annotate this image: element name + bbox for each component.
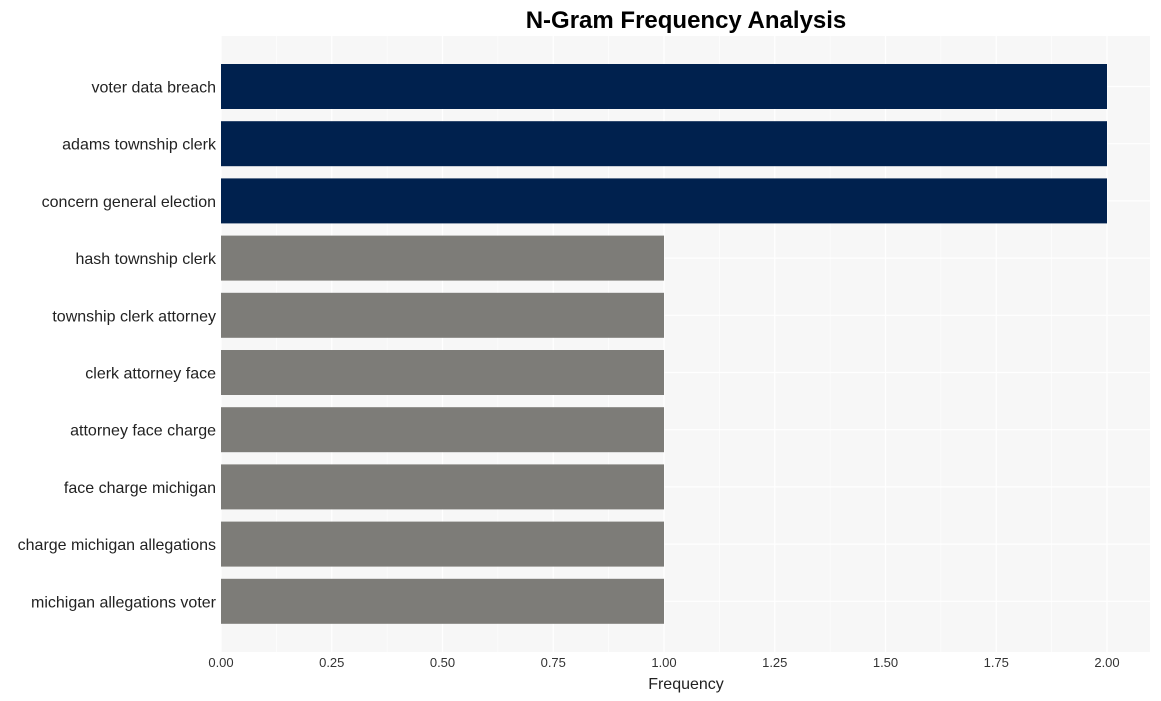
chart-title: N-Gram Frequency Analysis xyxy=(526,7,847,34)
y-tick-label: charge michigan allegations xyxy=(18,537,216,554)
y-tick-label: michigan allegations voter xyxy=(31,594,217,611)
y-tick-label: hash township clerk xyxy=(75,251,217,268)
x-tick-label: 1.75 xyxy=(984,655,1009,670)
y-tick-label: face charge michigan xyxy=(64,480,216,497)
bar-charge-michigan-allegations xyxy=(221,521,664,567)
y-tick-label: clerk attorney face xyxy=(85,366,216,383)
x-tick-label: 0.75 xyxy=(541,655,566,670)
x-tick-label: 0.50 xyxy=(430,655,455,670)
bar-michigan-allegations-voter xyxy=(221,578,664,624)
x-tick-label: 0.00 xyxy=(208,655,233,670)
x-tick-label: 1.25 xyxy=(762,655,787,670)
bar-concern-general-election xyxy=(221,178,1107,224)
y-tick-label: township clerk attorney xyxy=(52,308,216,325)
y-tick-labels: voter data breach adams township clerk con… xyxy=(18,80,217,612)
x-tick-label: 2.00 xyxy=(1094,655,1119,670)
bar-clerk-attorney-face xyxy=(221,350,664,395)
y-tick-label: voter data breach xyxy=(91,80,216,97)
ngram-bar-chart: N-Gram Frequency Analysis voter data bre… xyxy=(18,7,1150,693)
x-tick-label: 1.00 xyxy=(651,655,676,670)
y-tick-label: attorney face charge xyxy=(70,423,216,440)
bar-township-clerk-attorney xyxy=(221,292,664,338)
bar-voter-data-breach xyxy=(221,64,1107,109)
x-tick-label: 1.50 xyxy=(873,655,898,670)
x-axis-label: Frequency xyxy=(648,676,724,693)
bar-face-charge-michigan xyxy=(221,464,664,510)
x-tick-label: 0.25 xyxy=(319,655,344,670)
y-tick-label: concern general election xyxy=(42,194,216,211)
bar-adams-township-clerk xyxy=(221,121,1107,167)
y-tick-label: adams township clerk xyxy=(62,137,217,154)
bar-hash-township-clerk xyxy=(221,235,664,281)
bar-attorney-face-charge xyxy=(221,407,664,453)
x-tick-labels: 0.00 0.25 0.50 0.75 1.00 1.25 1.50 1.75 2.00 xyxy=(208,655,1119,670)
